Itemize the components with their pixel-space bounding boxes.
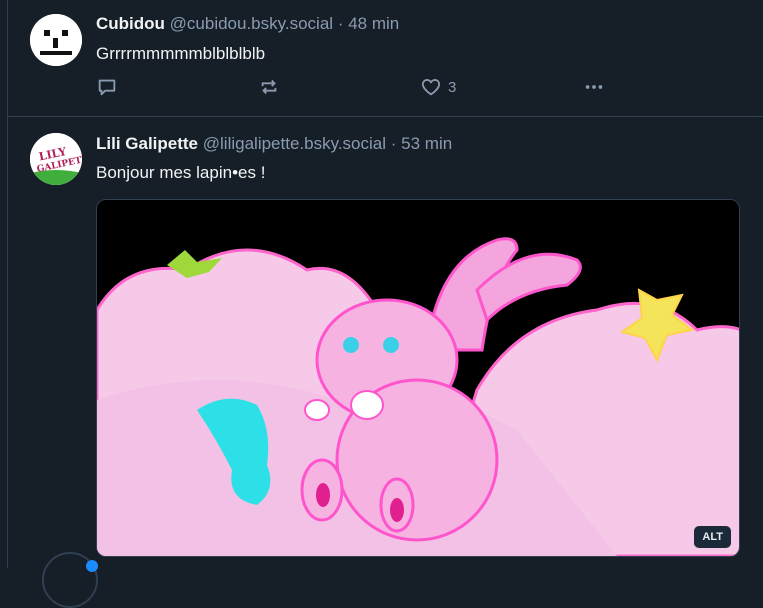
author-handle[interactable]: @liligalipette.bsky.social [203, 134, 386, 153]
post-image[interactable]: ALT [96, 199, 740, 557]
author-handle[interactable]: @cubidou.bsky.social [170, 14, 333, 33]
avatar-liligalipette[interactable]: LILY GALIPETTE [30, 133, 82, 185]
post-text: Bonjour mes lapin•es ! [96, 163, 266, 182]
post-actions: 3 [96, 75, 636, 99]
like-count: 3 [448, 78, 457, 96]
post-cubidou[interactable]: Cubidou @cubidou.bsky.social · 48 min Gr… [8, 0, 763, 117]
like-button[interactable]: 3 [420, 75, 456, 99]
heart-icon [421, 79, 441, 96]
avatar-cubidou[interactable] [30, 14, 82, 66]
author-name[interactable]: Cubidou [96, 14, 165, 33]
separator: · [337, 14, 344, 33]
post-text: Grrrrmmmmmblblblblb [96, 44, 266, 63]
author-name[interactable]: Lili Galipette [96, 134, 198, 153]
reply-button[interactable] [96, 75, 118, 99]
post-time[interactable]: 53 min [401, 134, 452, 153]
post-header: Lili Galipette @liligalipette.bsky.socia… [96, 134, 452, 154]
post-time[interactable]: 48 min [348, 14, 399, 33]
feed: Cubidou @cubidou.bsky.social · 48 min Gr… [7, 0, 763, 568]
post-header: Cubidou @cubidou.bsky.social · 48 min [96, 14, 399, 34]
reply-icon [98, 79, 116, 96]
repost-button[interactable] [258, 75, 280, 99]
repost-icon [261, 79, 277, 95]
live-indicator-dot [86, 560, 98, 572]
avatar-cubidou-image [30, 14, 82, 66]
alt-badge[interactable]: ALT [694, 526, 731, 548]
separator: · [390, 134, 397, 153]
bunny-gif-image [97, 200, 739, 556]
avatar-liligalipette-logo: LILY GALIPETTE [30, 133, 82, 185]
more-button[interactable] [582, 75, 606, 99]
more-icon [585, 85, 603, 89]
